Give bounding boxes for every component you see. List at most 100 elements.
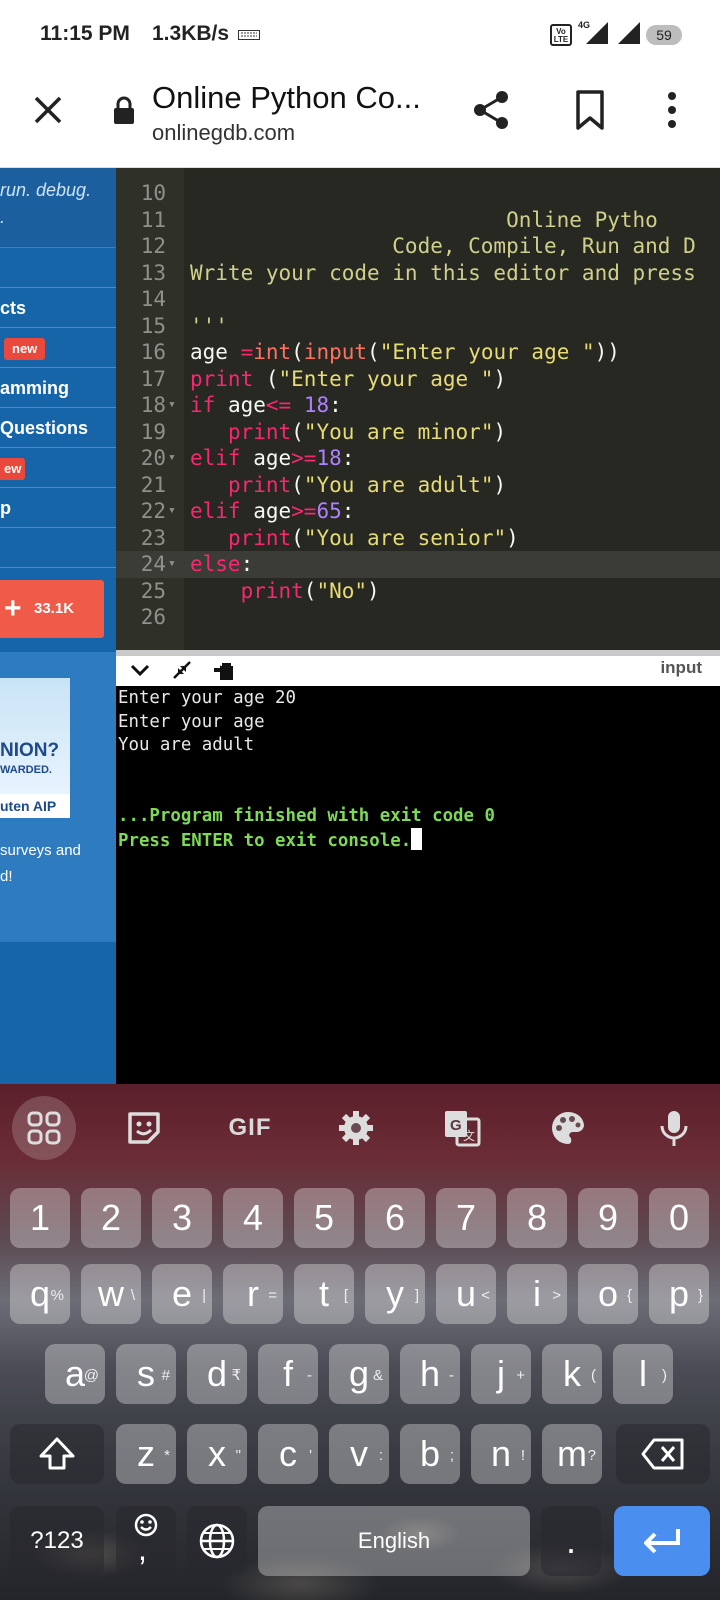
code-line[interactable]: 12 Code, Compile, Run and D xyxy=(116,233,720,260)
sidebar-item-new[interactable]: new xyxy=(0,328,116,368)
minimize-icon[interactable] xyxy=(170,658,194,682)
code-line[interactable]: 16 age =int(input("Enter your age ")) xyxy=(116,339,720,366)
code-line[interactable]: 23 print("You are senior") xyxy=(116,525,720,552)
enter-key[interactable] xyxy=(614,1506,710,1576)
backspace-key[interactable] xyxy=(616,1424,710,1484)
code-line[interactable]: 21 print("You are adult") xyxy=(116,472,720,499)
sidebar-item-programming[interactable]: amming xyxy=(0,368,116,408)
sidebar-item-empty[interactable] xyxy=(0,528,116,568)
key-q[interactable]: q% xyxy=(10,1264,70,1324)
key-l[interactable]: l) xyxy=(613,1344,673,1404)
key-x[interactable]: x " xyxy=(187,1424,247,1484)
code-line[interactable]: 15 ''' xyxy=(116,313,720,340)
key-6[interactable]: 6 xyxy=(365,1188,425,1248)
key-o[interactable]: o{ xyxy=(578,1264,638,1324)
code-line[interactable]: 19 print("You are minor") xyxy=(116,419,720,446)
tagline-line-1: run. debug. xyxy=(0,180,92,200)
sticker-icon[interactable] xyxy=(112,1096,176,1160)
output-console[interactable]: Enter your age 20 Enter your age You are a… xyxy=(116,686,720,1084)
key-4[interactable]: 4 xyxy=(223,1188,283,1248)
key-p[interactable]: p} xyxy=(649,1264,709,1324)
key-5[interactable]: 5 xyxy=(294,1188,354,1248)
sidebar-item[interactable] xyxy=(0,248,116,288)
key-k[interactable]: k( xyxy=(542,1344,602,1404)
key-d[interactable]: d ₹ xyxy=(187,1344,247,1404)
key-1[interactable]: 1 xyxy=(10,1188,70,1248)
key-8[interactable]: 8 xyxy=(507,1188,567,1248)
follow-button[interactable]: + 33.1K xyxy=(0,580,104,638)
fold-toggle-icon[interactable]: ▾ xyxy=(168,498,176,525)
key-7[interactable]: 7 xyxy=(436,1188,496,1248)
key-s[interactable]: s # xyxy=(116,1344,176,1404)
key-0[interactable]: 0 xyxy=(649,1188,709,1248)
sidebar-item-questions[interactable]: Questions xyxy=(0,408,116,448)
key-f[interactable]: f- xyxy=(258,1344,318,1404)
sidebar-item-projects[interactable]: cts xyxy=(0,288,116,328)
key-9[interactable]: 9 xyxy=(578,1188,638,1248)
key-3[interactable]: 3 xyxy=(152,1188,212,1248)
more-vert-icon[interactable] xyxy=(664,88,680,132)
page-title[interactable]: Online Python Co... xyxy=(152,80,421,116)
key-a[interactable]: a @ xyxy=(45,1344,105,1404)
translate-icon[interactable]: G文 xyxy=(430,1096,494,1160)
key-m[interactable]: m? xyxy=(542,1424,602,1484)
key-n[interactable]: n! xyxy=(471,1424,531,1484)
language-key[interactable] xyxy=(187,1506,247,1576)
code-line[interactable]: 26 xyxy=(116,604,720,631)
key-w[interactable]: w \ xyxy=(81,1264,141,1324)
key-hint: ( xyxy=(591,1367,596,1384)
code-line[interactable]: 18 ▾ if age<= 18: xyxy=(116,392,720,419)
ad-banner[interactable]: NION? WARDED. uten AIP surveys and d! xyxy=(0,652,116,942)
key-hint: : xyxy=(378,1447,383,1464)
key-r[interactable]: r = xyxy=(223,1264,283,1324)
key-b[interactable]: b; xyxy=(400,1424,460,1484)
shift-key[interactable] xyxy=(10,1424,104,1484)
key-e[interactable]: e | xyxy=(152,1264,212,1324)
share-icon[interactable] xyxy=(470,88,514,132)
palette-icon[interactable] xyxy=(536,1096,600,1160)
gif-button[interactable]: GIF xyxy=(218,1096,282,1160)
period-key[interactable]: . xyxy=(541,1506,601,1576)
key-u[interactable]: u < xyxy=(436,1264,496,1324)
key-2[interactable]: 2 xyxy=(81,1188,141,1248)
symbols-key[interactable]: ?123 xyxy=(10,1506,104,1576)
chevron-down-icon[interactable] xyxy=(128,658,152,682)
mic-icon[interactable] xyxy=(642,1096,706,1160)
key-y[interactable]: y] xyxy=(365,1264,425,1324)
key-g[interactable]: g & xyxy=(329,1344,389,1404)
code-text: else: xyxy=(190,552,254,576)
sidebar-item-p[interactable]: p xyxy=(0,488,116,528)
fold-toggle-icon[interactable]: ▾ xyxy=(168,445,176,472)
code-line[interactable]: 24 ▾ else: xyxy=(116,551,720,578)
key-t[interactable]: t[ xyxy=(294,1264,354,1324)
code-line[interactable]: 13 Write your code in this editor and pre… xyxy=(116,260,720,287)
key-z[interactable]: z * xyxy=(116,1424,176,1484)
key-c[interactable]: c ' xyxy=(258,1424,318,1484)
settings-icon[interactable] xyxy=(324,1096,388,1160)
code-line[interactable]: 17 print ("Enter your age ") xyxy=(116,366,720,393)
code-line[interactable]: 22 ▾ elif age>=65: xyxy=(116,498,720,525)
copy-output-icon[interactable] xyxy=(212,658,236,682)
code-line[interactable]: 11 Online Pytho xyxy=(116,207,720,234)
key-h[interactable]: h- xyxy=(400,1344,460,1404)
code-editor[interactable]: 10 11 Online Pytho 12 Code, Compile, Run a… xyxy=(116,168,720,650)
apps-icon[interactable] xyxy=(12,1096,76,1160)
code-line[interactable]: 25 print("No") xyxy=(116,578,720,605)
page-domain[interactable]: onlinegdb.com xyxy=(152,120,295,146)
bookmark-icon[interactable] xyxy=(572,88,608,132)
key-hint: | xyxy=(202,1287,206,1304)
space-bar[interactable]: English xyxy=(258,1506,530,1576)
fold-toggle-icon[interactable]: ▾ xyxy=(168,551,176,578)
key-i[interactable]: i > xyxy=(507,1264,567,1324)
sidebar-item-new-2[interactable]: ew xyxy=(0,448,116,488)
code-line[interactable]: 14 xyxy=(116,286,720,313)
fold-toggle-icon[interactable]: ▾ xyxy=(168,392,176,419)
key-j[interactable]: j + xyxy=(471,1344,531,1404)
key-v[interactable]: v: xyxy=(329,1424,389,1484)
input-tab[interactable]: input xyxy=(660,658,702,678)
close-icon[interactable] xyxy=(28,90,68,130)
lock-icon[interactable] xyxy=(112,96,136,126)
code-line[interactable]: 20 ▾ elif age>=18: xyxy=(116,445,720,472)
comma-key[interactable]: , xyxy=(116,1506,176,1576)
code-line[interactable]: 10 xyxy=(116,180,720,207)
